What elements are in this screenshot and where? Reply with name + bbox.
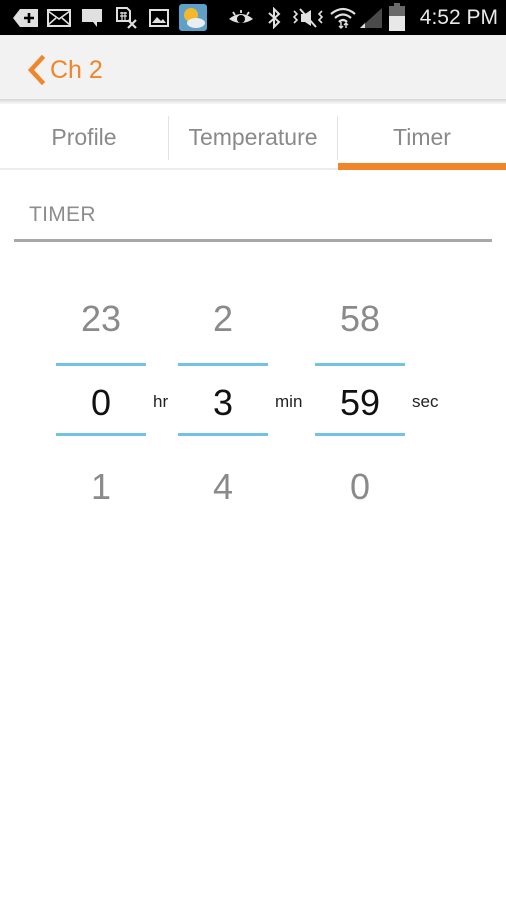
section-title: TIMER [29, 203, 96, 226]
picker-line [178, 433, 268, 436]
battery-icon [388, 3, 406, 31]
picker-line [56, 363, 146, 366]
minutes-unit-label: min [275, 392, 303, 411]
hours-unit-label: hr [153, 392, 169, 411]
seconds-picker[interactable]: 58 59 0 [315, 297, 405, 517]
tab-baseline [0, 168, 338, 170]
minutes-value[interactable]: 3 [178, 381, 268, 425]
sim-icon [114, 6, 138, 29]
seconds-prev-value[interactable]: 58 [315, 297, 405, 341]
tab-timer-label: Timer [393, 123, 451, 150]
signal-icon [359, 7, 383, 28]
bluetooth-icon [265, 6, 283, 29]
active-tab-indicator [338, 163, 506, 170]
tab-bar: Profile Temperature Timer [0, 104, 506, 170]
chevron-left-icon [27, 55, 46, 85]
picker-line [178, 363, 268, 366]
hours-value[interactable]: 0 [56, 381, 146, 425]
seconds-value[interactable]: 59 [315, 381, 405, 425]
minutes-next-value[interactable]: 4 [178, 465, 268, 509]
tab-temperature[interactable]: Temperature [168, 104, 338, 170]
hours-prev-value[interactable]: 23 [56, 297, 146, 341]
hours-picker[interactable]: 23 0 1 [56, 297, 146, 517]
tab-timer[interactable]: Timer [338, 104, 506, 170]
status-bar: 4:52 PM [0, 0, 506, 35]
email-icon [46, 7, 72, 28]
status-time: 4:52 PM [419, 6, 498, 29]
hours-next-value[interactable]: 1 [56, 465, 146, 509]
tab-divider [168, 116, 169, 160]
picker-line [315, 363, 405, 366]
wifi-icon [330, 7, 356, 29]
seconds-next-value[interactable]: 0 [315, 465, 405, 509]
tab-profile[interactable]: Profile [0, 104, 168, 170]
tab-temperature-label: Temperature [188, 123, 318, 150]
picker-line [56, 433, 146, 436]
back-button[interactable]: Ch 2 [26, 50, 103, 90]
tab-divider [337, 116, 338, 160]
message-icon [80, 7, 104, 28]
add-notification-icon [12, 7, 40, 28]
eye-icon [228, 7, 254, 28]
tab-profile-label: Profile [51, 123, 117, 150]
minutes-picker[interactable]: 2 3 4 [178, 297, 268, 517]
minutes-prev-value[interactable]: 2 [178, 297, 268, 341]
picker-line [315, 433, 405, 436]
section-divider [14, 239, 492, 242]
gallery-icon [148, 7, 170, 28]
seconds-unit-label: sec [412, 392, 439, 411]
back-label: Ch 2 [50, 56, 103, 84]
vibrate-mute-icon [292, 7, 324, 28]
weather-icon [179, 4, 207, 31]
